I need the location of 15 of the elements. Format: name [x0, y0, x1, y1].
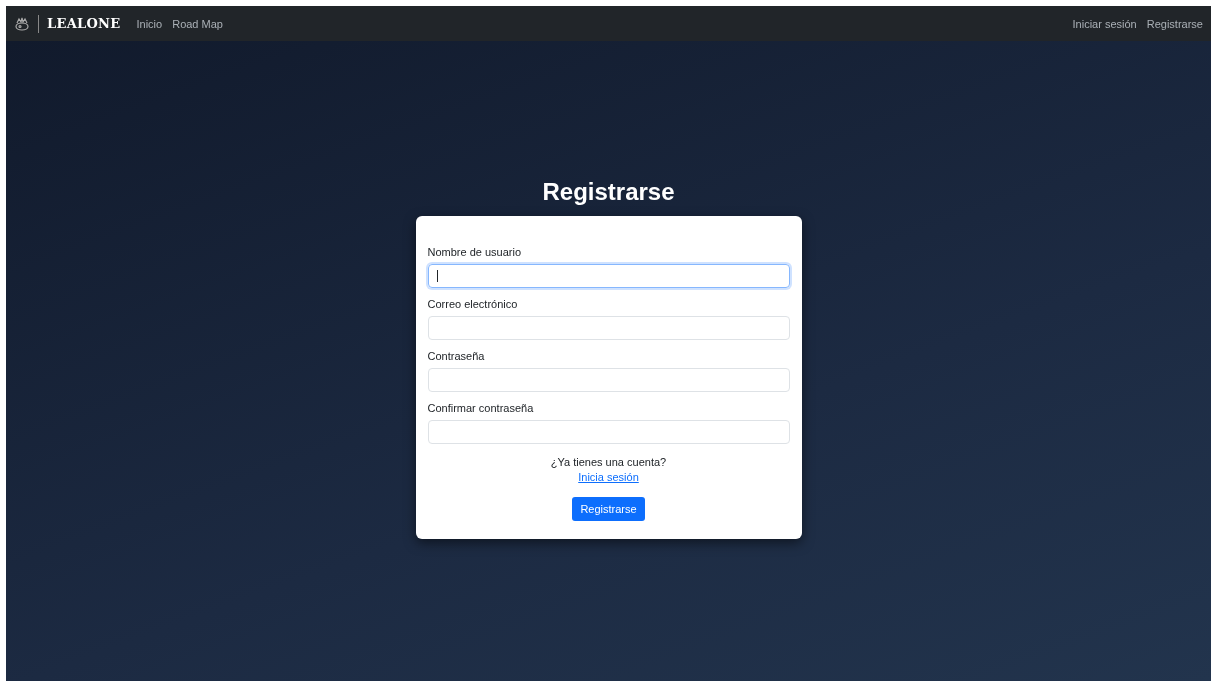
nav-link[interactable]: Registrarse [1146, 17, 1203, 30]
logo-icon [14, 16, 30, 31]
nav-link[interactable]: Iniciar sesión [1072, 17, 1137, 30]
page-title: Registrarse [542, 178, 675, 206]
field-label: Contraseña [427, 350, 486, 362]
field-label: Confirmar contraseña [427, 402, 535, 414]
login-link[interactable]: Inicia sesión [578, 471, 639, 483]
nav-link[interactable]: Road Map [172, 17, 223, 30]
account-prompt: ¿Ya tienes una cuenta? [549, 456, 668, 468]
brand-name[interactable]: LEALONE [47, 16, 121, 31]
field-label: Nombre de usuario [427, 246, 523, 258]
field-label: Correo electrónico [427, 298, 519, 310]
nav-link[interactable]: Inicio [136, 17, 163, 30]
register-button[interactable]: Registrarse [572, 497, 645, 521]
input-field[interactable] [427, 264, 790, 288]
